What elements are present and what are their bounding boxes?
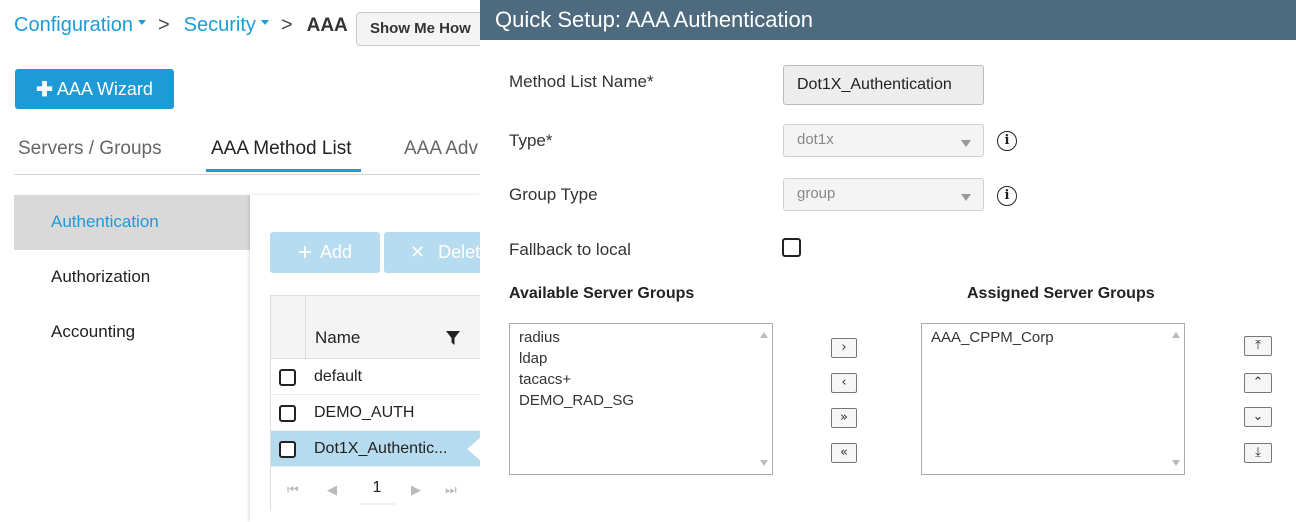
last-page-icon[interactable]: ⏭ <box>445 482 457 498</box>
selection-pointer <box>467 437 481 461</box>
type-label: Type* <box>509 131 553 150</box>
quick-setup-dialog: Quick Setup: AAA Authentication Method L… <box>480 0 1296 522</box>
scroll-down-icon[interactable] <box>1172 460 1180 466</box>
breadcrumb-security[interactable]: Security <box>184 14 269 37</box>
breadcrumb-configuration[interactable]: Configuration <box>14 14 146 37</box>
breadcrumb-separator: > <box>157 14 170 36</box>
row-checkbox[interactable] <box>279 369 296 386</box>
breadcrumb-security-label: Security <box>183 14 256 36</box>
group-type-label: Group Type <box>509 185 598 204</box>
move-all-right-button[interactable]: » <box>831 408 857 428</box>
active-tab-indicator <box>206 169 361 172</box>
breadcrumb-current: AAA <box>306 14 348 36</box>
nav-item-authentication[interactable]: Authentication <box>14 195 250 250</box>
add-button-label: Add <box>319 242 353 262</box>
group-type-select[interactable]: group <box>783 178 984 211</box>
move-bottom-button[interactable]: ⤓ <box>1244 443 1272 463</box>
column-divider <box>305 296 306 360</box>
assigned-groups-label: Assigned Server Groups <box>967 285 1155 302</box>
move-up-button[interactable]: ⌃ <box>1244 373 1272 393</box>
type-select[interactable]: dot1x <box>783 124 984 157</box>
nav-item-accounting[interactable]: Accounting <box>14 305 250 360</box>
add-button[interactable]: + Add <box>270 232 380 273</box>
move-all-left-button[interactable]: « <box>831 443 857 463</box>
scroll-up-icon[interactable] <box>1172 332 1180 338</box>
current-page[interactable]: 1 <box>359 471 395 505</box>
tab-aaa-method-list[interactable]: AAA Method List <box>211 138 351 160</box>
move-left-button[interactable]: ‹ <box>831 373 857 393</box>
breadcrumb-separator: > <box>280 14 293 36</box>
list-item[interactable]: radius <box>519 327 634 348</box>
column-header-name: Name <box>315 328 361 347</box>
plus-icon: + <box>297 238 312 266</box>
chevron-down-icon <box>961 140 971 147</box>
breadcrumb: Configuration > Security > AAA <box>14 14 348 37</box>
table-header: Name <box>271 295 480 360</box>
move-top-button[interactable]: ⤒ <box>1244 336 1272 356</box>
prev-page-icon[interactable]: ◀ <box>327 482 337 498</box>
scrollbar[interactable] <box>1168 324 1184 474</box>
filter-icon[interactable] <box>445 330 461 346</box>
aaa-wizard-label: AAA Wizard <box>56 78 153 99</box>
tab-bar: Servers / Groups AAA Method List AAA Adv <box>14 138 480 175</box>
plus-icon: ✚ <box>36 78 53 101</box>
row-checkbox[interactable] <box>279 405 296 422</box>
method-list-name-label: Method List Name* <box>509 72 654 91</box>
row-name: default <box>314 368 363 385</box>
tab-aaa-advanced[interactable]: AAA Adv <box>404 138 478 160</box>
caret-down-icon <box>137 20 146 25</box>
background-page: Configuration > Security > AAA Show Me H… <box>0 0 494 522</box>
assigned-groups-list[interactable]: AAA_CPPM_Corp <box>921 323 1185 475</box>
nav-item-authorization[interactable]: Authorization <box>14 250 250 305</box>
scroll-up-icon[interactable] <box>760 332 768 338</box>
type-select-value: dot1x <box>797 131 834 148</box>
move-right-button[interactable]: › <box>831 338 857 358</box>
breadcrumb-configuration-label: Configuration <box>14 14 133 36</box>
next-page-icon[interactable]: ▶ <box>411 482 421 498</box>
row-checkbox[interactable] <box>279 441 296 458</box>
method-list-name-input[interactable]: Dot1X_Authentication <box>783 65 984 105</box>
left-nav: Authentication Authorization Accounting <box>14 195 250 360</box>
list-item[interactable]: tacacs+ <box>519 369 634 390</box>
table-row-selected[interactable]: Dot1X_Authentic... <box>271 431 481 467</box>
list-item[interactable]: ldap <box>519 348 634 369</box>
delete-button[interactable]: ✕ Delet <box>384 232 494 273</box>
info-icon[interactable]: i <box>997 131 1017 151</box>
row-name: DEMO_AUTH <box>314 404 415 421</box>
show-me-how-button[interactable]: Show Me How <box>356 12 486 46</box>
caret-down-icon <box>260 20 269 25</box>
pagination: ⏮ ◀ 1 ▶ ⏭ <box>271 467 480 511</box>
scrollbar[interactable] <box>756 324 772 474</box>
method-list-table: Name default DEMO_AUTH Dot1X_Authentic..… <box>270 295 481 511</box>
first-page-icon[interactable]: ⏮ <box>287 482 299 498</box>
info-icon[interactable]: i <box>997 186 1017 206</box>
list-item[interactable]: DEMO_RAD_SG <box>519 390 634 411</box>
scroll-down-icon[interactable] <box>760 460 768 466</box>
assigned-groups-items: AAA_CPPM_Corp <box>931 327 1054 348</box>
table-row[interactable]: default <box>271 359 480 395</box>
move-down-button[interactable]: ⌄ <box>1244 407 1272 427</box>
table-row[interactable]: DEMO_AUTH <box>271 395 480 431</box>
aaa-wizard-button[interactable]: ✚ AAA Wizard <box>15 69 174 109</box>
delete-button-label: Delet <box>438 242 481 262</box>
chevron-down-icon <box>961 194 971 201</box>
list-item[interactable]: AAA_CPPM_Corp <box>931 327 1054 348</box>
row-name: Dot1X_Authentic... <box>314 440 448 457</box>
method-list-panel: + Add ✕ Delet Name default DEMO_AUTH Dot… <box>250 195 494 522</box>
available-groups-items: radius ldap tacacs+ DEMO_RAD_SG <box>519 327 634 411</box>
available-groups-list[interactable]: radius ldap tacacs+ DEMO_RAD_SG <box>509 323 773 475</box>
fallback-checkbox[interactable] <box>782 238 801 257</box>
fallback-label: Fallback to local <box>509 240 631 259</box>
close-icon: ✕ <box>410 242 426 262</box>
tab-servers-groups[interactable]: Servers / Groups <box>18 138 162 160</box>
available-groups-label: Available Server Groups <box>509 285 695 302</box>
dialog-title: Quick Setup: AAA Authentication <box>480 0 1296 40</box>
group-type-select-value: group <box>797 185 836 202</box>
